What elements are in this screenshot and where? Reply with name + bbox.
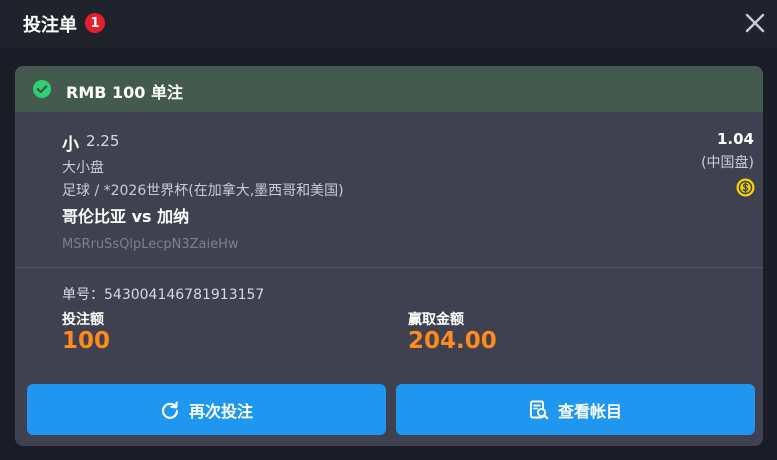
league-name: 足球 / *2026世界杯(在加拿大,墨西哥和美国) (62, 183, 344, 199)
divider (15, 267, 763, 268)
coin-icon (736, 178, 755, 197)
document-search-icon (530, 400, 549, 419)
bet-id: 单号：543004146781913157 (62, 287, 265, 303)
rebet-label: 再次投注 (188, 401, 253, 421)
stake-label: 投注额 (62, 312, 104, 328)
market-name: 大小盘 (62, 160, 104, 176)
bet-summary: RMB 100 单注 (66, 83, 183, 102)
betslip-title: 投注单 (23, 15, 77, 36)
odds-type: (中国盘) (701, 155, 754, 171)
check-circle-icon (33, 80, 51, 98)
selection-line: 2.25 (86, 132, 120, 150)
payout-value: 204.00 (408, 328, 497, 354)
refresh-icon (161, 401, 179, 419)
betslip-header: 投注单 1 (0, 0, 777, 48)
odds-value: 1.04 (716, 130, 754, 148)
bet-card: RMB 100 单注 小 2.25 大小盘 足球 / *2026世界杯(在加拿大… (15, 66, 763, 446)
bet-count-badge: 1 (85, 13, 105, 33)
bet-card-header: RMB 100 单注 (15, 66, 763, 112)
view-account-label: 查看帐目 (557, 401, 622, 421)
view-account-button[interactable]: 查看帐目 (396, 384, 755, 435)
rebet-button[interactable]: 再次投注 (27, 384, 386, 435)
match-name: 哥伦比亚 vs 加纳 (62, 207, 190, 226)
selection-name: 小 (62, 135, 79, 155)
bet-reference: MSRruSsQlpLecpN3ZaieHw (62, 237, 239, 252)
payout-label: 赢取金额 (408, 312, 464, 328)
close-icon[interactable] (744, 12, 766, 34)
stake-value: 100 (62, 328, 111, 354)
